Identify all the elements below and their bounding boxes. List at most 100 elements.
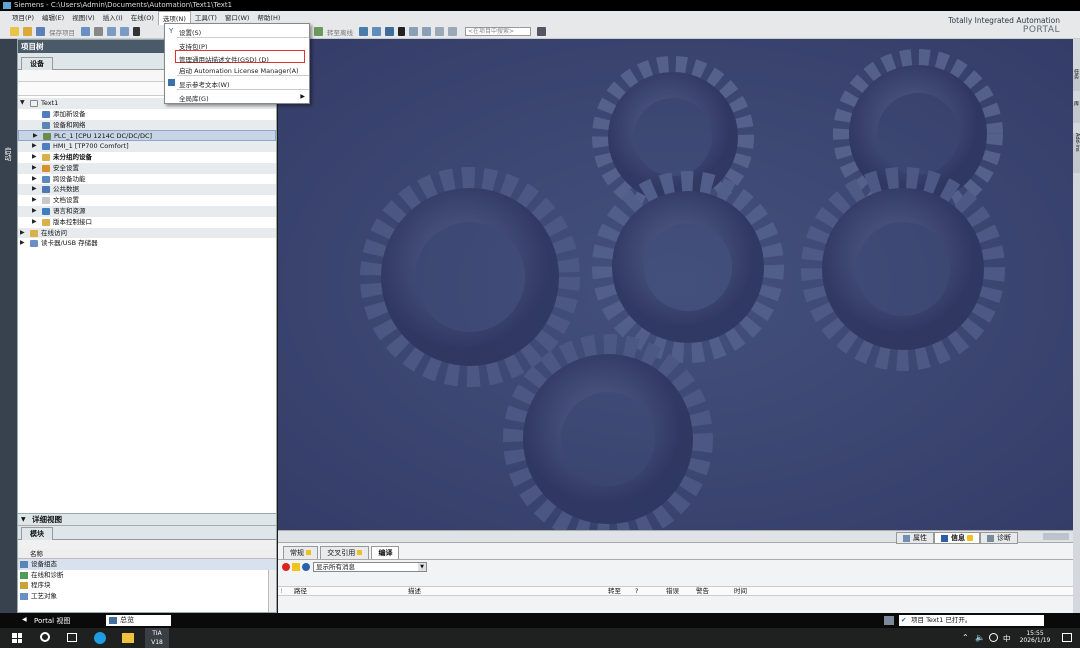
menu-item-manage-gsd[interactable]: 管理通用站描述文件(GSD) (D) [179, 54, 269, 64]
project-search-input[interactable]: <在项目中搜索> [465, 27, 531, 36]
expand-right-icon[interactable]: ▶ [20, 228, 25, 239]
menu-project[interactable]: 项目(P) [8, 11, 38, 25]
expand-right-icon[interactable]: ▶ [32, 163, 37, 174]
ime-language[interactable]: 中 [1003, 633, 1011, 644]
tia-portal-taskbar-icon[interactable]: TIA V18 [145, 628, 169, 648]
tree-item[interactable]: ▶ 语言和资源 [18, 205, 276, 217]
col-path[interactable]: 路径 [294, 587, 307, 596]
tree-item[interactable]: 添加新设备 [18, 109, 276, 120]
menu-view[interactable]: 视图(V) [68, 11, 99, 25]
notification-icon[interactable] [1062, 633, 1072, 642]
start-cpu-icon[interactable] [372, 27, 381, 36]
menu-insert[interactable]: 插入(I) [99, 11, 127, 25]
expand-right-icon[interactable]: ▶ [32, 195, 37, 206]
window-controls[interactable] [1043, 533, 1069, 540]
libraries-tab[interactable]: 库 [1073, 101, 1080, 123]
tree-item[interactable]: ▶ PLC_1 [CPU 1214C DC/DC/DC] [18, 130, 276, 142]
col-help[interactable]: ? [635, 587, 638, 596]
edge-browser-icon[interactable] [94, 632, 106, 644]
new-project-icon[interactable] [10, 27, 19, 36]
save-project-button[interactable]: 保存项目 [49, 27, 75, 37]
copy-icon[interactable] [107, 27, 116, 36]
expand-right-icon[interactable]: ▶ [32, 141, 37, 152]
tree-item[interactable]: ▶ HMI_1 [TP700 Comfort] [18, 141, 276, 152]
print-icon[interactable] [81, 27, 90, 36]
tree-item[interactable]: ▶ 跨设备功能 [18, 174, 276, 185]
accessible-devices-icon[interactable] [359, 27, 368, 36]
binoculars-icon[interactable] [537, 27, 546, 36]
search-icon[interactable] [40, 632, 50, 642]
cut-icon[interactable] [94, 27, 103, 36]
menu-item-license-manager[interactable]: 启动 Automation License Manager(A) [179, 65, 299, 75]
tree-item[interactable]: ▶ 公共数据 [18, 184, 276, 196]
save-icon[interactable] [36, 27, 45, 36]
tree-item[interactable]: ▶ 文档设置 [18, 195, 276, 206]
expand-right-icon[interactable]: ▶ [32, 184, 37, 195]
info-tab[interactable]: 信息 [934, 532, 980, 544]
chevron-up-icon[interactable]: ⌃ [962, 633, 969, 642]
tasks-tab[interactable]: 任务 [1073, 69, 1080, 91]
delete-icon[interactable] [133, 27, 140, 36]
status-icon[interactable] [884, 616, 894, 625]
col-description[interactable]: 描述 [408, 587, 421, 596]
tree-item[interactable]: 设备和网络 [18, 119, 276, 131]
tree-item[interactable]: ▶ 版本控制接口 [18, 217, 276, 228]
details-row[interactable]: 程序块 [18, 580, 276, 591]
split-horizontal-icon[interactable] [409, 27, 418, 36]
col-errors[interactable]: 错误 [666, 587, 679, 596]
menu-item-settings[interactable]: 设置(S) [179, 27, 201, 37]
split-vertical-icon[interactable] [422, 27, 431, 36]
modules-tab[interactable]: 模块 [21, 527, 53, 540]
close-icon[interactable] [398, 27, 405, 36]
menu-edit[interactable]: 编辑(E) [38, 11, 68, 25]
windows-start-icon[interactable] [12, 633, 22, 643]
tree-item[interactable]: ▶ 读卡器/USB 存储器 [18, 238, 276, 249]
menu-online[interactable]: 在线(O) [127, 11, 158, 25]
speaker-icon[interactable]: 🔈 [975, 633, 985, 642]
col-goto[interactable]: 转至 [608, 587, 621, 596]
overview-button[interactable]: 总览 [106, 615, 171, 626]
compile-tab[interactable]: 编译 [371, 546, 400, 560]
expand-right-icon[interactable]: ▶ [32, 152, 37, 163]
status-message[interactable]: ✔ 项目 Text1 已打开。 [899, 615, 1044, 626]
tree-item[interactable]: ▶ 安全设置 [18, 162, 276, 174]
clock[interactable]: 15:55 2026/1/19 [1016, 630, 1054, 644]
menu-item-global-libraries[interactable]: 全局库(G) [179, 93, 209, 103]
go-online-icon[interactable] [314, 27, 323, 36]
message-filter-select[interactable]: 显示所有消息 ▼ [313, 562, 427, 572]
maximize-icon[interactable] [448, 27, 457, 36]
stop-cpu-icon[interactable] [385, 27, 394, 36]
col-warnings[interactable]: 警告 [696, 587, 709, 596]
go-offline-button[interactable]: 转至离线 [327, 27, 353, 37]
details-row[interactable]: 设备组态 [18, 559, 276, 570]
task-view-icon[interactable] [67, 633, 77, 642]
warning-filter-icon[interactable] [292, 563, 300, 571]
details-scrollbar[interactable] [268, 570, 276, 612]
cross-reference-tab[interactable]: 交叉引用 [320, 546, 370, 560]
tree-item[interactable]: ▶ 在线访问 [18, 227, 276, 239]
start-sidebar-tab[interactable]: 启动 [0, 39, 17, 613]
details-row[interactable]: 工艺对象 [18, 591, 276, 602]
properties-tab[interactable]: 属性 [896, 532, 934, 544]
diagnostics-tab[interactable]: 诊断 [980, 532, 1018, 544]
menu-item-reference-text[interactable]: 显示参考文本(W) [179, 79, 230, 89]
open-project-icon[interactable] [23, 27, 32, 36]
details-row[interactable]: 在线和诊断 [18, 570, 276, 581]
details-view-header[interactable]: ▼ 详细视图 [18, 514, 276, 526]
add-ins-tab[interactable]: Add-ins [1073, 133, 1080, 173]
tree-item[interactable]: ▶ 未分组的设备 [18, 152, 276, 163]
expand-right-icon[interactable]: ▶ [32, 206, 37, 217]
col-time[interactable]: 时间 [734, 587, 747, 596]
error-filter-icon[interactable] [282, 563, 290, 571]
expand-right-icon[interactable]: ▶ [32, 217, 37, 228]
portal-view-button[interactable]: Portal 视图 [34, 616, 70, 626]
expand-down-icon[interactable]: ▼ [20, 98, 25, 109]
info-filter-icon[interactable] [302, 563, 310, 571]
details-name-column[interactable]: 名称 [18, 549, 276, 559]
file-explorer-icon[interactable] [122, 633, 134, 643]
expand-right-icon[interactable]: ▶ [32, 174, 37, 185]
network-globe-icon[interactable] [989, 633, 998, 642]
window-icon[interactable] [435, 27, 444, 36]
expand-right-icon[interactable]: ▶ [20, 238, 25, 249]
general-tab[interactable]: 常规 [283, 546, 319, 560]
